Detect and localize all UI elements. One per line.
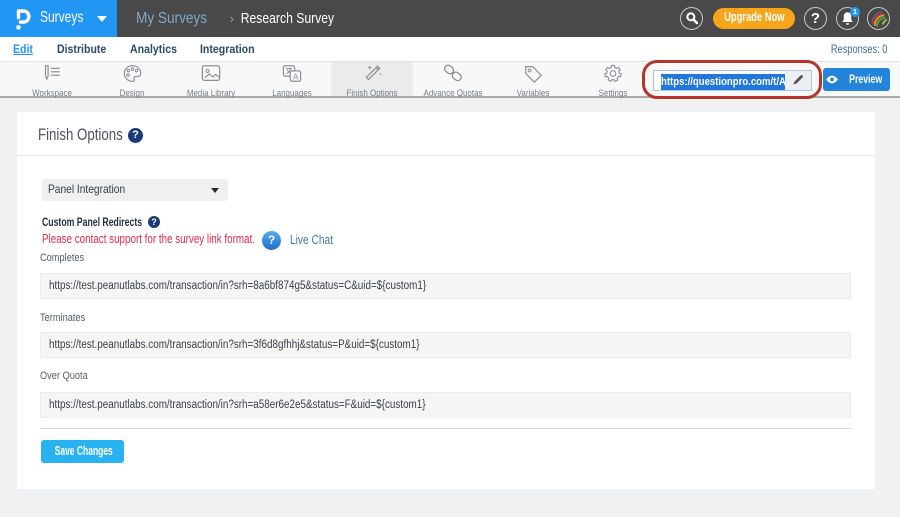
svg-text:A: A xyxy=(293,72,299,81)
